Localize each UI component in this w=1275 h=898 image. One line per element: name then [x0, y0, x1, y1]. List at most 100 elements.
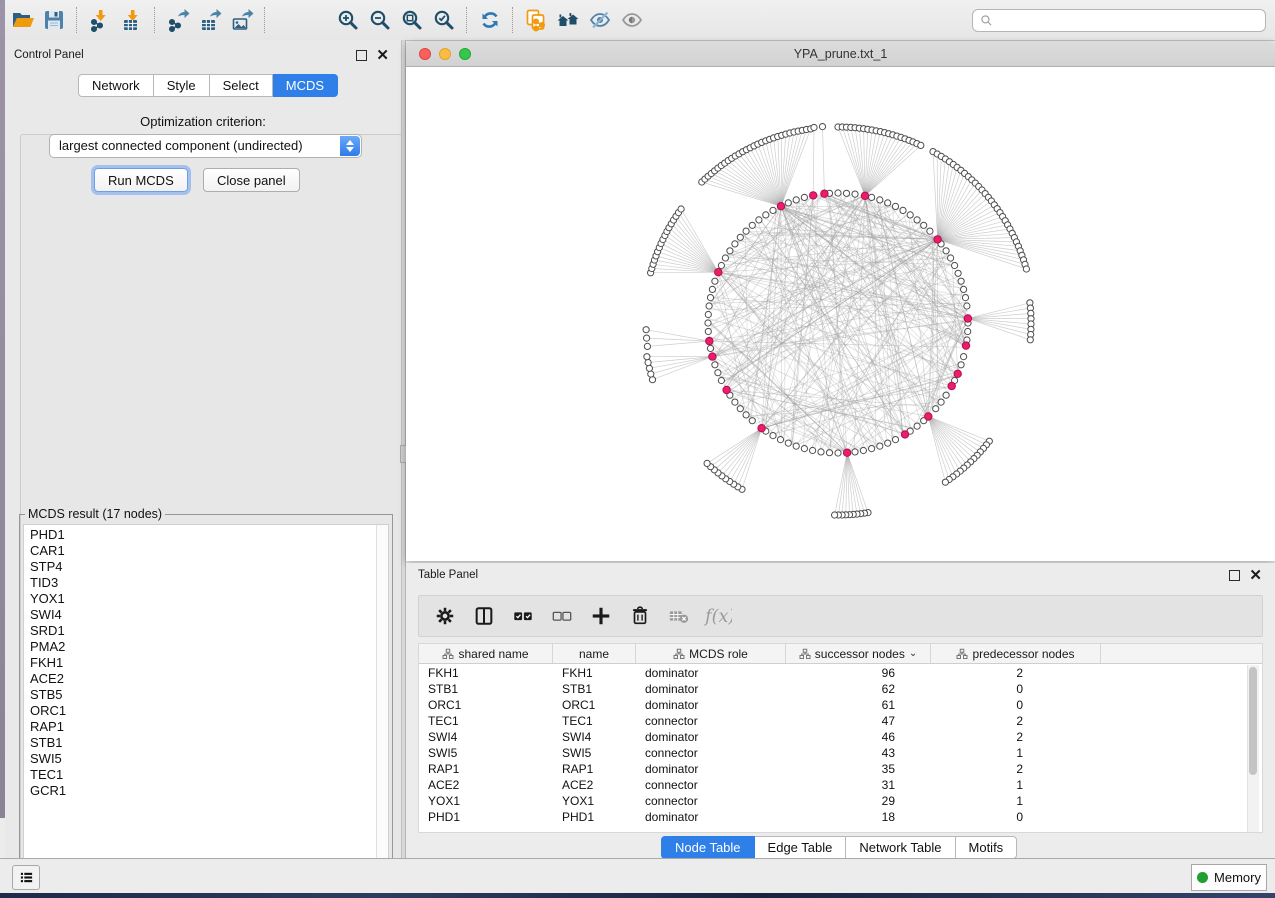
- memory-button[interactable]: Memory: [1191, 864, 1267, 891]
- network-node[interactable]: [958, 278, 964, 284]
- mcds-node[interactable]: [777, 203, 784, 210]
- network-node[interactable]: [732, 241, 738, 247]
- network-node[interactable]: [705, 328, 711, 334]
- network-node[interactable]: [712, 362, 718, 368]
- network-node[interactable]: [892, 203, 898, 209]
- zoom-fit-button[interactable]: [396, 4, 428, 36]
- zoom-in-button[interactable]: [332, 4, 364, 36]
- table-row[interactable]: SWI4SWI4dominator462: [419, 729, 1262, 745]
- show-columns-button[interactable]: [470, 602, 498, 630]
- mcds-node[interactable]: [962, 342, 969, 349]
- refresh-layout-button[interactable]: [474, 4, 506, 36]
- network-node[interactable]: [958, 362, 964, 368]
- network-node[interactable]: [918, 142, 924, 148]
- node-table[interactable]: shared namenameMCDS rolesuccessor nodes⌄…: [418, 643, 1263, 833]
- mcds-node[interactable]: [843, 449, 850, 456]
- network-node[interactable]: [961, 286, 967, 292]
- network-node[interactable]: [644, 354, 650, 360]
- mcds-result-item[interactable]: RAP1: [24, 719, 388, 735]
- network-node[interactable]: [885, 440, 891, 446]
- column-header-name[interactable]: name: [553, 644, 636, 663]
- optimization-criterion-select[interactable]: largest connected component (undirected): [49, 134, 362, 158]
- network-node[interactable]: [877, 443, 883, 449]
- tab-motifs[interactable]: Motifs: [956, 836, 1018, 859]
- network-node[interactable]: [707, 295, 713, 301]
- mcds-result-item[interactable]: PMA2: [24, 639, 388, 655]
- network-node[interactable]: [914, 217, 920, 223]
- network-node[interactable]: [709, 286, 715, 292]
- network-node[interactable]: [818, 449, 824, 455]
- network-node[interactable]: [763, 212, 769, 218]
- network-node[interactable]: [732, 399, 738, 405]
- table-row[interactable]: RAP1RAP1dominator352: [419, 761, 1262, 777]
- mcds-result-item[interactable]: TID3: [24, 575, 388, 591]
- network-node[interactable]: [832, 512, 838, 518]
- function-builder-button[interactable]: f(x): [704, 602, 732, 630]
- network-node[interactable]: [900, 207, 906, 213]
- network-node[interactable]: [727, 248, 733, 254]
- tab-network[interactable]: Network: [78, 74, 154, 97]
- network-node[interactable]: [793, 443, 799, 449]
- network-node[interactable]: [785, 440, 791, 446]
- network-node[interactable]: [885, 200, 891, 206]
- mcds-list-scrollbar[interactable]: [376, 525, 388, 875]
- mcds-node[interactable]: [723, 386, 730, 393]
- task-history-button[interactable]: [12, 865, 40, 890]
- unselect-all-button[interactable]: [548, 602, 576, 630]
- save-session-button[interactable]: [38, 4, 70, 36]
- network-node[interactable]: [892, 437, 898, 443]
- table-row[interactable]: TEC1TEC1connector472: [419, 713, 1262, 729]
- delete-table-button[interactable]: [665, 602, 693, 630]
- network-node[interactable]: [645, 359, 651, 365]
- mcds-node[interactable]: [706, 337, 713, 344]
- show-all-button[interactable]: [616, 4, 648, 36]
- mcds-node[interactable]: [709, 353, 716, 360]
- network-node[interactable]: [835, 190, 841, 196]
- network-node[interactable]: [964, 303, 970, 309]
- table-row[interactable]: YOX1YOX1connector291: [419, 793, 1262, 809]
- tab-network-table[interactable]: Network Table: [846, 836, 955, 859]
- network-node[interactable]: [810, 447, 816, 453]
- network-node[interactable]: [722, 255, 728, 261]
- table-row[interactable]: STB1STB1dominator620: [419, 681, 1262, 697]
- mcds-result-list[interactable]: PHD1CAR1STP4TID3YOX1SWI4SRD1PMA2FKH1ACE2…: [23, 524, 389, 876]
- network-graph[interactable]: [406, 67, 1275, 561]
- select-all-button[interactable]: [509, 602, 537, 630]
- import-table-button[interactable]: [116, 4, 148, 36]
- network-node[interactable]: [749, 222, 755, 228]
- network-node[interactable]: [646, 365, 652, 371]
- mcds-node[interactable]: [901, 431, 908, 438]
- network-node[interactable]: [737, 406, 743, 412]
- network-node[interactable]: [927, 228, 933, 234]
- float-panel-icon[interactable]: [356, 50, 367, 61]
- network-node[interactable]: [643, 327, 649, 333]
- network-node[interactable]: [955, 270, 961, 276]
- network-node[interactable]: [707, 345, 713, 351]
- network-node[interactable]: [852, 191, 858, 197]
- mcds-result-item[interactable]: PHD1: [24, 527, 388, 543]
- close-panel-icon[interactable]: ✕: [376, 51, 389, 60]
- network-node[interactable]: [948, 255, 954, 261]
- network-node[interactable]: [737, 234, 743, 240]
- mcds-node[interactable]: [821, 190, 828, 197]
- network-node[interactable]: [801, 194, 807, 200]
- mcds-result-item[interactable]: STP4: [24, 559, 388, 575]
- network-node[interactable]: [678, 206, 684, 212]
- network-node[interactable]: [705, 311, 711, 317]
- clone-network-button[interactable]: [520, 4, 552, 36]
- search-field[interactable]: [972, 9, 1266, 32]
- network-node[interactable]: [943, 248, 949, 254]
- network-node[interactable]: [706, 303, 712, 309]
- search-input[interactable]: [998, 13, 1265, 29]
- mcds-result-item[interactable]: STB5: [24, 687, 388, 703]
- tab-node-table[interactable]: Node Table: [661, 836, 755, 859]
- float-table-panel-icon[interactable]: [1229, 570, 1240, 581]
- network-node[interactable]: [819, 124, 825, 130]
- open-file-button[interactable]: [6, 4, 38, 36]
- mcds-node[interactable]: [758, 425, 765, 432]
- network-node[interactable]: [877, 197, 883, 203]
- network-node[interactable]: [852, 449, 858, 455]
- zoom-out-button[interactable]: [364, 4, 396, 36]
- add-column-button[interactable]: [587, 602, 615, 630]
- mcds-result-item[interactable]: FKH1: [24, 655, 388, 671]
